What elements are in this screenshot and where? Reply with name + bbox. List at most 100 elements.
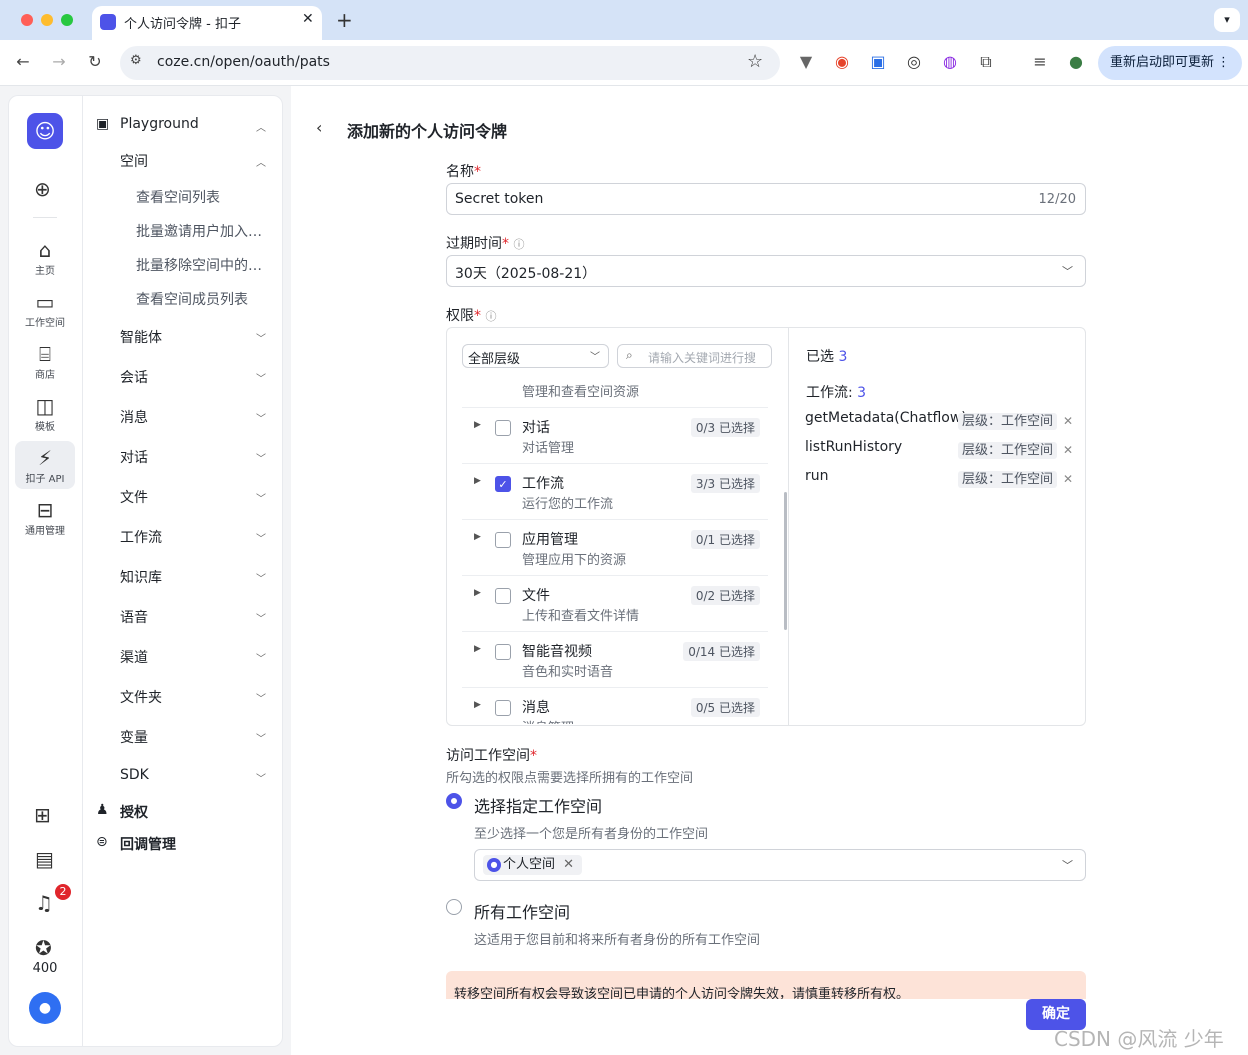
expand-triangle-icon[interactable]: ▶ — [474, 476, 481, 486]
rail-item-home[interactable]: ⌂ 主页 — [8, 238, 82, 277]
nav-group[interactable]: SDK — [120, 767, 149, 783]
nav-group[interactable]: 知识库 — [120, 567, 162, 587]
perm-row[interactable]: ▶ 文件 上传和查看文件详情 0/2 已选择 — [462, 576, 768, 632]
nav-group[interactable]: 消息 — [120, 407, 148, 427]
rail-item-workspace[interactable]: ▭ 工作空间 — [8, 290, 82, 329]
expire-select[interactable]: 30天（2025-08-21） ﹀ — [446, 255, 1086, 287]
maximize-window-button[interactable] — [61, 14, 73, 26]
remove-icon[interactable]: ✕ — [1063, 472, 1073, 486]
nav-space-item[interactable]: 批量邀请用户加入… — [136, 221, 262, 241]
name-input[interactable]: Secret token 12/20 — [446, 183, 1086, 215]
perm-checkbox[interactable] — [495, 532, 511, 548]
apps-grid-icon[interactable]: ⊞ — [34, 803, 51, 827]
forward-icon[interactable]: → — [48, 51, 70, 73]
perm-checkbox[interactable] — [495, 700, 511, 716]
nav-space-item[interactable]: 查看空间列表 — [136, 187, 220, 207]
nav-group[interactable]: 智能体 — [120, 327, 162, 347]
remove-icon[interactable]: ✕ — [1063, 443, 1073, 457]
media-control-icon[interactable]: ≡ — [1029, 51, 1051, 73]
nav-group[interactable]: 工作流 — [120, 527, 162, 547]
nav-group[interactable]: 渠道 — [120, 647, 148, 667]
extension-capture-icon[interactable]: ◎ — [903, 51, 925, 73]
extension-v-icon[interactable]: ▼ — [795, 51, 817, 73]
radio-specific[interactable] — [446, 793, 462, 809]
chevron-up-icon[interactable]: ︿ — [256, 154, 266, 169]
perm-checkbox[interactable] — [495, 420, 511, 436]
perm-checkbox[interactable]: ✓ — [495, 476, 511, 492]
chevron-up-icon[interactable]: ︿ — [256, 119, 266, 134]
profile-avatar-icon[interactable]: ● — [1065, 51, 1087, 73]
chevron-down-icon[interactable]: ﹀ — [256, 770, 266, 785]
tab-close-icon[interactable]: ✕ — [302, 11, 314, 27]
perm-row[interactable]: ▶ 应用管理 管理应用下的资源 0/1 已选择 — [462, 520, 768, 576]
chevron-down-icon[interactable]: ﹀ — [256, 410, 266, 425]
nav-group[interactable]: 变量 — [120, 727, 148, 747]
tab-search-chevron-icon[interactable]: ▾ — [1214, 8, 1240, 32]
site-settings-icon[interactable]: ⚙ — [130, 53, 142, 68]
perm-row[interactable]: ▶ 对话 对话管理 0/3 已选择 — [462, 408, 768, 464]
minimize-window-button[interactable] — [41, 14, 53, 26]
opt-specific-label[interactable]: 选择指定工作空间 — [474, 793, 602, 817]
expand-triangle-icon[interactable]: ▶ — [474, 588, 481, 598]
chevron-down-icon[interactable]: ﹀ — [256, 650, 266, 665]
expand-triangle-icon[interactable]: ▶ — [474, 700, 481, 710]
expand-triangle-icon[interactable]: ▶ — [474, 532, 481, 542]
credits-icon[interactable]: ✪ — [35, 936, 52, 960]
radio-all[interactable] — [446, 899, 462, 915]
nav-playground[interactable]: Playground — [120, 116, 199, 132]
nav-group[interactable]: 对话 — [120, 447, 148, 467]
relaunch-update-button[interactable]: 重新启动即可更新 ⋮ — [1098, 46, 1242, 80]
rail-item-templates[interactable]: ◫ 模板 — [8, 394, 82, 433]
perm-row[interactable]: ▶ 消息消息管理 0/5 已选择 — [462, 688, 768, 724]
chevron-down-icon[interactable]: ﹀ — [256, 370, 266, 385]
perm-row[interactable]: ▶ 智能音视频 音色和实时语音 0/14 已选择 — [462, 632, 768, 688]
back-chevron-icon[interactable]: ‹ — [316, 118, 322, 137]
new-tab-icon[interactable]: + — [336, 8, 353, 32]
expand-triangle-icon[interactable]: ▶ — [474, 420, 481, 430]
nav-space-item[interactable]: 查看空间成员列表 — [136, 289, 248, 309]
perm-search-input[interactable]: ⌕ 请输入关键词进行搜 — [617, 344, 772, 368]
chevron-down-icon[interactable]: ﹀ — [256, 330, 266, 345]
user-avatar[interactable]: ● — [29, 992, 61, 1024]
nav-callback[interactable]: 回调管理 — [120, 834, 176, 854]
extension-translate-icon[interactable]: ▣ — [867, 51, 889, 73]
create-plus-icon[interactable]: ⊕ — [34, 177, 51, 201]
nav-group[interactable]: 文件 — [120, 487, 148, 507]
chevron-down-icon[interactable]: ﹀ — [256, 530, 266, 545]
nav-space[interactable]: 空间 — [120, 151, 148, 171]
chevron-down-icon[interactable]: ﹀ — [256, 570, 266, 585]
close-window-button[interactable] — [21, 14, 33, 26]
coze-logo-icon[interactable]: ☺ — [27, 113, 63, 149]
reload-icon[interactable]: ↻ — [84, 51, 106, 73]
extension-purple-icon[interactable]: ◍ — [939, 51, 961, 73]
nav-group[interactable]: 语音 — [120, 607, 148, 627]
opt-all-label[interactable]: 所有工作空间 — [474, 899, 570, 923]
chevron-down-icon[interactable]: ﹀ — [256, 450, 266, 465]
extension-ring-icon[interactable]: ◉ — [831, 51, 853, 73]
chevron-down-icon[interactable]: ﹀ — [256, 490, 266, 505]
nav-space-item[interactable]: 批量移除空间中的… — [136, 255, 262, 275]
level-select[interactable]: 全部层级 ﹀ — [462, 344, 609, 368]
bookmark-star-icon[interactable]: ☆ — [747, 51, 763, 72]
chevron-down-icon[interactable]: ﹀ — [256, 610, 266, 625]
chevron-down-icon[interactable]: ﹀ — [256, 690, 266, 705]
perm-scrollbar[interactable] — [784, 492, 787, 630]
workspace-select[interactable]: ● 个人空间 ✕ ﹀ — [474, 849, 1086, 881]
url-input[interactable]: ⚙ coze.cn/open/oauth/pats ☆ — [120, 46, 780, 80]
remove-icon[interactable]: ✕ — [1063, 414, 1073, 428]
rail-item-coze-api[interactable]: ⚡ 扣子 API — [8, 446, 82, 485]
remove-tag-icon[interactable]: ✕ — [563, 857, 574, 872]
info-icon[interactable]: ⓘ — [485, 310, 496, 323]
expand-triangle-icon[interactable]: ▶ — [474, 644, 481, 654]
back-icon[interactable]: ← — [12, 51, 34, 73]
nav-group[interactable]: 文件夹 — [120, 687, 162, 707]
more-menu-icon[interactable]: ⋮ — [1217, 46, 1230, 80]
perm-checkbox[interactable] — [495, 644, 511, 660]
nav-group[interactable]: 会话 — [120, 367, 148, 387]
bell-icon[interactable]: ♫ — [35, 891, 53, 915]
browser-tab[interactable]: 个人访问令牌 - 扣子 ✕ — [92, 6, 322, 40]
rail-item-general-admin[interactable]: ⊟ 通用管理 — [8, 498, 82, 537]
perm-checkbox[interactable] — [495, 588, 511, 604]
document-icon[interactable]: ▤ — [35, 847, 54, 871]
info-icon[interactable]: ⓘ — [513, 238, 524, 251]
